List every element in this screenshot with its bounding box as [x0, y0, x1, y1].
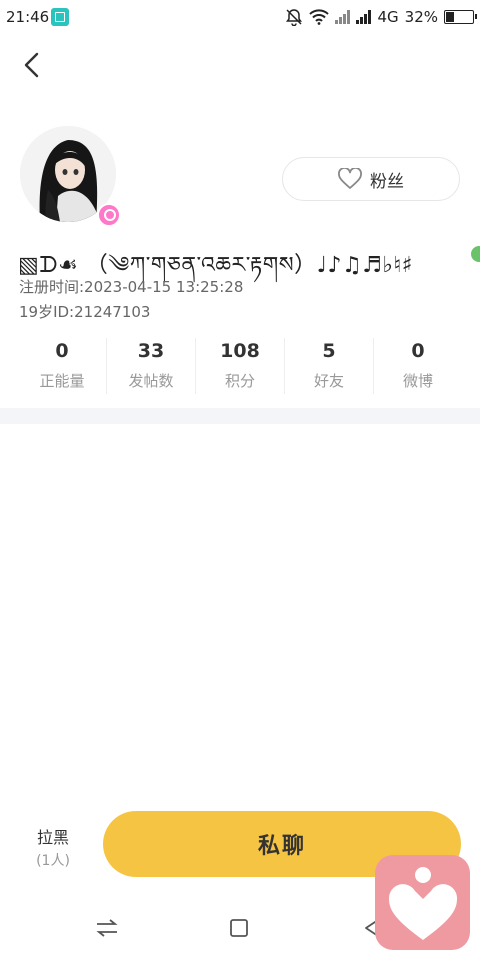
- swap-icon[interactable]: [95, 918, 119, 938]
- stat-posts[interactable]: 33 发帖数: [107, 338, 196, 394]
- signal-icon-1: [335, 10, 351, 24]
- stat-label: 积分: [224, 372, 255, 390]
- stat-label: 发帖数: [128, 372, 174, 390]
- network-type: 4G: [377, 8, 399, 26]
- stat-value: 33: [137, 340, 165, 362]
- stat-points[interactable]: 108 积分: [196, 338, 285, 394]
- battery-percent: 32%: [404, 8, 438, 26]
- home-square-icon[interactable]: [229, 918, 249, 938]
- stats-row: 0 正能量 33 发帖数 108 积分 5 好友 0 微博: [18, 338, 462, 394]
- private-message-label: 私聊: [257, 834, 306, 859]
- stat-value: 0: [411, 340, 425, 362]
- registration-time: 注册时间:2023-04-15 13:25:28: [19, 278, 244, 296]
- fans-label: 粉丝: [370, 171, 404, 192]
- section-divider: [0, 408, 480, 424]
- wifi-icon: [309, 9, 330, 25]
- status-bar: 21:46 4G 32%: [0, 0, 480, 34]
- block-count: (1人): [36, 853, 70, 869]
- block-button[interactable]: 拉黑 (1人): [26, 824, 80, 870]
- mute-bell-icon: [286, 9, 303, 26]
- stat-label: 正能量: [39, 372, 85, 390]
- stat-label: 好友: [313, 372, 344, 390]
- fans-button[interactable]: 粉丝: [282, 157, 460, 201]
- stat-value: 5: [322, 340, 336, 362]
- stat-value: 108: [220, 340, 260, 362]
- status-time: 21:46: [6, 8, 50, 26]
- screenshot-icon: [51, 8, 69, 26]
- battery-icon: [444, 10, 477, 24]
- floating-app-button[interactable]: [375, 855, 470, 950]
- female-icon: [97, 203, 121, 227]
- signal-icon-2: [356, 10, 372, 24]
- stat-label: 微博: [402, 372, 433, 390]
- stat-energy[interactable]: 0 正能量: [18, 338, 107, 394]
- age-id: 19岁ID:21247103: [19, 303, 151, 321]
- stat-weibo[interactable]: 0 微博: [374, 338, 462, 394]
- block-label: 拉黑: [36, 828, 69, 847]
- online-indicator: [471, 246, 480, 262]
- status-icons: 4G 32%: [285, 7, 477, 27]
- back-button[interactable]: [18, 50, 48, 80]
- back-icon: [24, 52, 39, 78]
- heart-outline-icon: [338, 168, 362, 189]
- stat-friends[interactable]: 5 好友: [285, 338, 374, 394]
- stat-value: 0: [55, 340, 69, 362]
- heart-app-icon: [388, 867, 458, 940]
